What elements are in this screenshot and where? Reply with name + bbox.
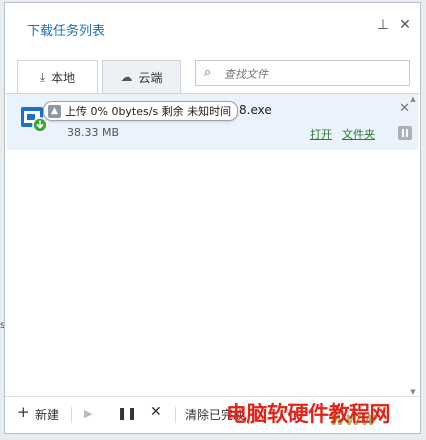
new-task-button[interactable]: 新建 (35, 406, 59, 423)
upload-status-tooltip: ▲ 上传 0% 0bytes/s 剩余 未知时间 (43, 101, 239, 121)
pause-all-icon[interactable]: ❚❚ (117, 406, 137, 420)
close-icon[interactable]: ✕ (397, 17, 413, 33)
watermark-text: 电脑软硬件教程网 (226, 402, 391, 426)
open-folder-link[interactable]: 文件夹 (342, 126, 375, 142)
scroll-up-icon[interactable]: ▲ (408, 94, 418, 104)
upload-status-text: 上传 0% 0bytes/s 剩余 未知时间 (65, 105, 232, 118)
toolbar-divider (71, 407, 72, 423)
search-icon: ⌕ (204, 65, 212, 80)
tab-cloud[interactable]: ☁ 云端 (102, 60, 181, 93)
window-title: 下载任务列表 (27, 24, 106, 39)
tab-local[interactable]: ⤓ 本地 (17, 60, 98, 94)
task-row[interactable]: 8.exe ▲ 上传 0% 0bytes/s 剩余 未知时间 38.33 MB … (7, 94, 418, 150)
add-icon[interactable]: + (17, 403, 30, 421)
cloud-icon: ☁ (120, 70, 133, 84)
title-bar: 下载任务列表 ⊥ ✕ (5, 3, 420, 49)
search-box[interactable]: ⌕ (195, 60, 410, 86)
toolbar-divider (175, 407, 176, 423)
file-size: 38.33 MB (67, 126, 120, 139)
scrollbar[interactable]: ▲ ▼ (408, 94, 418, 397)
open-file-link[interactable]: 打开 (310, 126, 332, 142)
download-tray-icon: ⤓ (39, 70, 46, 84)
delete-icon[interactable]: ✕ (150, 404, 162, 420)
tab-local-label: 本地 (51, 71, 76, 85)
tab-cloud-label: 云端 (138, 70, 163, 85)
start-icon[interactable]: ▶ (84, 407, 92, 420)
download-task-window: 下载任务列表 ⊥ ✕ ⤓ 本地 ☁ 云端 ⌕ 8.exe (4, 2, 421, 434)
pin-icon[interactable]: ⊥ (375, 17, 391, 33)
search-input[interactable] (222, 64, 406, 84)
file-name: 8.exe (239, 103, 272, 117)
upload-arrow-icon: ▲ (48, 104, 61, 118)
task-list: 8.exe ▲ 上传 0% 0bytes/s 剩余 未知时间 38.33 MB … (5, 94, 420, 397)
